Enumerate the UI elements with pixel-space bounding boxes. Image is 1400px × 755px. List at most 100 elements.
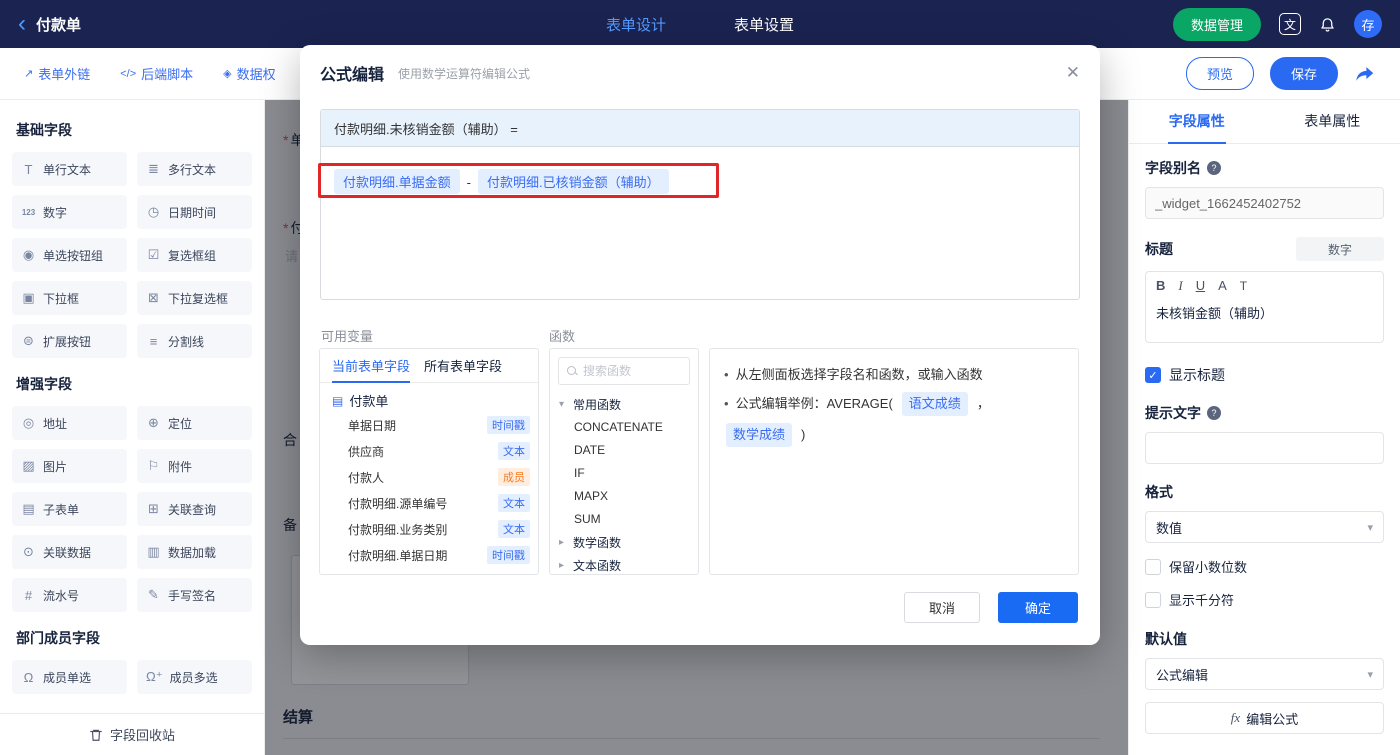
variable-item[interactable]: 付款人 成员 <box>320 464 538 490</box>
variable-item[interactable]: 付款明细.源单编号 文本 <box>320 490 538 516</box>
checkbox-checked-icon[interactable]: ✓ <box>1145 367 1161 383</box>
formula-target-bar: 付款明细.未核销金额（辅助） = <box>321 110 1079 147</box>
function-item[interactable]: SUM <box>550 508 698 531</box>
field-number[interactable]: 123 数字 <box>12 195 127 229</box>
field-label: 单行文本 <box>43 162 92 177</box>
function-group-text[interactable]: ▸ 文本函数 <box>550 554 698 574</box>
tab-form-properties[interactable]: 表单属性 <box>1265 100 1400 143</box>
back-chevron-icon[interactable]: ‹ <box>18 12 26 36</box>
show-title-row[interactable]: ✓ 显示标题 <box>1145 365 1384 385</box>
checkbox-unchecked-icon[interactable] <box>1145 591 1161 608</box>
thousand-separator-row[interactable]: 显示千分符 <box>1145 590 1384 609</box>
field-multi-line-text[interactable]: ≣ 多行文本 <box>137 152 252 186</box>
single-line-text-icon: T <box>24 161 33 177</box>
preview-button[interactable]: 预览 <box>1185 57 1254 90</box>
field-member-single[interactable]: Ω 成员单选 <box>12 660 127 694</box>
field-subform[interactable]: ▤ 子表单 <box>12 492 127 526</box>
bold-icon[interactable]: B <box>1156 278 1165 293</box>
field-extend-button[interactable]: ⊜ 扩展按钮 <box>12 324 127 358</box>
variable-item[interactable]: 供应商 文本 <box>320 438 538 464</box>
formula-token-right[interactable]: 付款明细.已核销金额（辅助） <box>477 169 669 194</box>
function-group-common[interactable]: ▾ 常用函数 <box>550 393 698 416</box>
tab-form-design[interactable]: 表单设计 <box>606 14 666 35</box>
field-alias-input[interactable] <box>1145 187 1384 219</box>
formula-editor[interactable]: 付款明细.单据金额 - 付款明细.已核销金额（辅助） <box>318 147 1079 299</box>
italic-icon[interactable]: I <box>1178 278 1182 294</box>
function-search-input[interactable] <box>583 364 682 378</box>
hint-text-input[interactable] <box>1145 432 1384 464</box>
keep-decimal-row[interactable]: 保留小数位数 <box>1145 557 1384 576</box>
data-permission-button[interactable]: ◈ 数据权 <box>223 64 275 83</box>
function-group-label: 常用函数 <box>573 398 622 412</box>
help-question-icon[interactable]: ? <box>1207 406 1221 420</box>
field-location[interactable]: ⊕ 定位 <box>137 406 252 440</box>
field-linked-data[interactable]: ⊙ 关联数据 <box>12 535 127 569</box>
tab-form-settings[interactable]: 表单设置 <box>734 14 794 35</box>
field-data-load[interactable]: ▥ 数据加载 <box>137 535 252 569</box>
close-icon[interactable]: ✕ <box>1066 63 1080 83</box>
function-group-math[interactable]: ▸ 数学函数 <box>550 531 698 554</box>
field-attachment[interactable]: ⚐ 附件 <box>137 449 252 483</box>
confirm-button[interactable]: 确定 <box>998 592 1078 623</box>
formula-token-left[interactable]: 付款明细.单据金额 <box>334 169 460 194</box>
field-image[interactable]: ▨ 图片 <box>12 449 127 483</box>
share-icon[interactable] <box>1354 63 1376 85</box>
field-label: 图片 <box>43 459 68 474</box>
section-title-enhanced-fields: 增强字段 <box>16 376 72 392</box>
field-datetime[interactable]: ◷ 日期时间 <box>137 195 252 229</box>
variable-type-tag: 成员 <box>498 468 530 486</box>
function-item[interactable]: CONCATENATE <box>550 416 698 439</box>
notification-bell-icon[interactable] <box>1319 16 1336 33</box>
user-avatar[interactable]: 存 <box>1354 10 1382 38</box>
variable-item[interactable]: 付款明细.单据日期 时间戳 <box>320 542 538 568</box>
save-button[interactable]: 保存 <box>1269 57 1338 90</box>
field-dropdown-multi[interactable]: ⊠ 下拉复选框 <box>137 281 252 315</box>
field-radio-group[interactable]: ◉ 单选按钮组 <box>12 238 127 272</box>
field-label: 关联查询 <box>168 502 217 517</box>
keep-decimal-label: 保留小数位数 <box>1169 560 1248 575</box>
field-single-line-text[interactable]: T 单行文本 <box>12 152 127 186</box>
field-dropdown[interactable]: ▣ 下拉框 <box>12 281 127 315</box>
help-question-icon[interactable]: ? <box>1207 161 1221 175</box>
variable-item[interactable]: 付款明细.业务类别 文本 <box>320 516 538 542</box>
variables-root[interactable]: ▤ 付款单 <box>320 383 538 412</box>
underline-icon[interactable]: U <box>1196 278 1205 293</box>
format-select[interactable]: 数值 ▾ <box>1145 511 1384 543</box>
function-search[interactable] <box>558 357 690 385</box>
font-color-icon[interactable]: A <box>1218 278 1227 293</box>
font-size-icon[interactable]: T <box>1240 279 1247 293</box>
edit-formula-button[interactable]: fx 编辑公式 <box>1145 702 1384 734</box>
title-value[interactable]: 未核销金额（辅助） <box>1146 299 1383 326</box>
field-address[interactable]: ◎ 地址 <box>12 406 127 440</box>
variables-root-label: 付款单 <box>349 394 389 409</box>
field-signature[interactable]: ✎ 手写签名 <box>137 578 252 612</box>
language-icon[interactable]: 文 <box>1279 13 1301 35</box>
form-external-link-button[interactable]: ↗ 表单外链 <box>24 64 90 83</box>
backend-script-button[interactable]: </> 后端脚本 <box>120 64 193 83</box>
tab-all-form-fields[interactable]: 所有表单字段 <box>424 349 502 382</box>
variable-item[interactable]: 单据日期 时间戳 <box>320 412 538 438</box>
variables-tabs: 当前表单字段 所有表单字段 <box>320 349 538 383</box>
field-label: 附件 <box>168 459 193 474</box>
data-load-icon: ▥ <box>147 544 160 559</box>
cancel-button[interactable]: 取消 <box>904 592 980 623</box>
function-item[interactable]: DATE <box>550 439 698 462</box>
toolbar-actions: 预览 保存 <box>1185 57 1376 90</box>
field-linked-query[interactable]: ⊞ 关联查询 <box>137 492 252 526</box>
number-icon: 123 <box>21 207 36 217</box>
tab-field-properties[interactable]: 字段属性 <box>1129 100 1265 143</box>
example-field-token: 语文成绩 <box>901 392 968 416</box>
field-divider[interactable]: ≡ 分割线 <box>137 324 252 358</box>
default-value-select[interactable]: 公式编辑 ▾ <box>1145 658 1384 690</box>
checkbox-unchecked-icon[interactable] <box>1145 558 1161 575</box>
field-checkbox-group[interactable]: ☑ 复选框组 <box>137 238 252 272</box>
data-manage-button[interactable]: 数据管理 <box>1172 7 1261 41</box>
edit-formula-label: 编辑公式 <box>1246 711 1299 727</box>
function-item[interactable]: MAPX <box>550 485 698 508</box>
function-item[interactable]: IF <box>550 462 698 485</box>
field-member-multi[interactable]: Ω⁺ 成员多选 <box>137 660 252 694</box>
field-recycle-bin[interactable]: 字段回收站 <box>0 713 264 755</box>
tab-current-form-fields[interactable]: 当前表单字段 <box>332 349 411 383</box>
field-serial-number[interactable]: # 流水号 <box>12 578 127 612</box>
title-rich-editor[interactable]: B I U A T 未核销金额（辅助） <box>1145 271 1384 343</box>
